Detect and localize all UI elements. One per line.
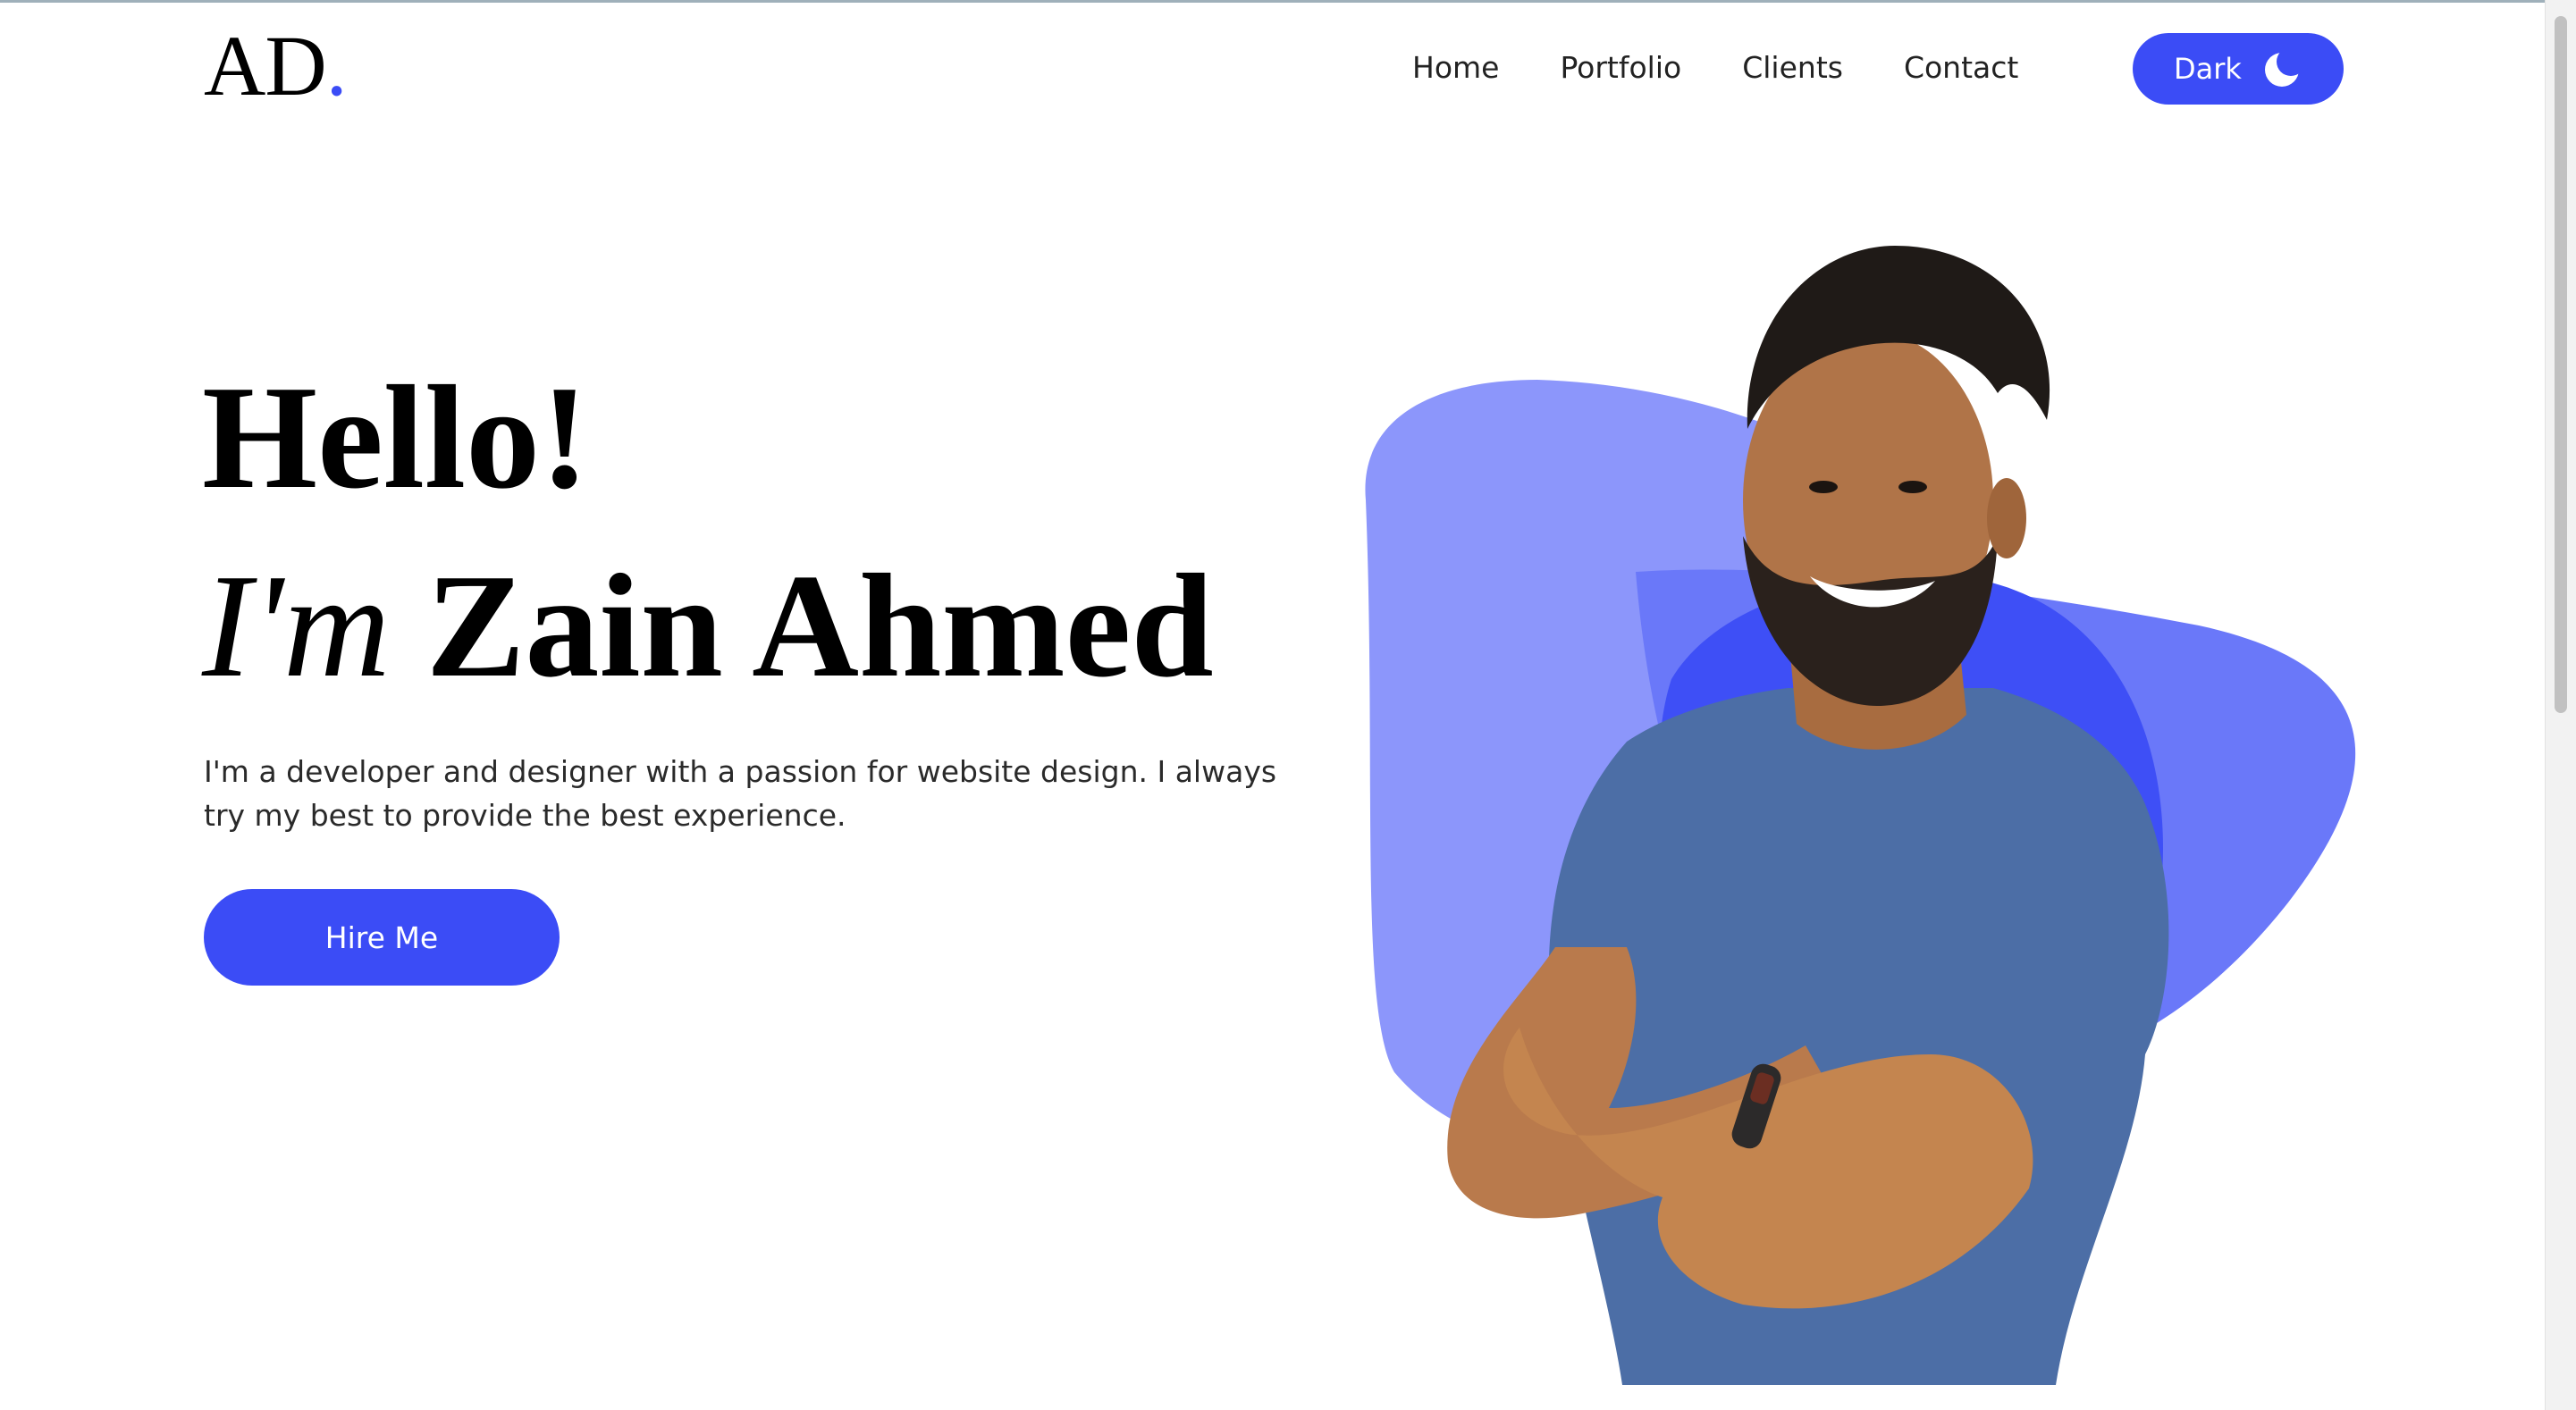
background-blob-light	[1365, 380, 1859, 1156]
person-arm-left	[1447, 947, 1841, 1219]
person-eye-left	[1809, 481, 1838, 493]
main-nav: Home Portfolio Clients Contact	[1412, 46, 2018, 89]
dark-mode-label: Dark	[2174, 52, 2242, 86]
person-smile	[1810, 576, 1935, 608]
moon-icon	[2265, 51, 2301, 87]
person-head	[1743, 331, 1993, 670]
person-beard	[1743, 536, 1998, 706]
dark-mode-toggle[interactable]: Dark	[2133, 33, 2344, 105]
site-logo[interactable]: AD.	[204, 23, 348, 109]
background-blob-dark	[1659, 575, 2163, 1046]
window-top-border	[0, 0, 2576, 3]
scrollbar-thumb[interactable]	[2555, 16, 2567, 713]
hero-im: I'm	[202, 543, 391, 708]
background-blob-mid	[1636, 569, 2356, 1078]
nav-link-contact[interactable]: Contact	[1904, 46, 2018, 89]
hero-name-line: I'm Zain Ahmed	[202, 551, 1214, 700]
nav-link-home[interactable]: Home	[1412, 46, 1499, 89]
hero-intro: I'm a developer and designer with a pass…	[204, 754, 1277, 833]
hire-me-button[interactable]: Hire Me	[204, 889, 560, 986]
person-ear	[1987, 478, 2026, 558]
person-smartwatch-face	[1750, 1072, 1774, 1104]
nav-link-portfolio[interactable]: Portfolio	[1560, 46, 1681, 89]
person-shirt	[1548, 688, 2169, 1385]
vertical-scrollbar[interactable]	[2545, 0, 2576, 1410]
nav-link-clients[interactable]: Clients	[1742, 46, 1843, 89]
logo-text: AD	[204, 18, 327, 113]
hero-greeting: Hello!	[202, 355, 590, 519]
person-hair	[1747, 246, 2050, 429]
page-frame: AD. Home Portfolio Clients Contact Dark …	[0, 0, 2576, 1410]
person-eye-right	[1898, 481, 1927, 493]
hero-name: Zain Ahmed	[425, 543, 1214, 708]
person-arm-right	[1503, 1028, 2033, 1309]
logo-dot: .	[325, 18, 348, 113]
person-neck	[1788, 625, 1966, 750]
person-smartwatch	[1731, 1063, 1781, 1149]
